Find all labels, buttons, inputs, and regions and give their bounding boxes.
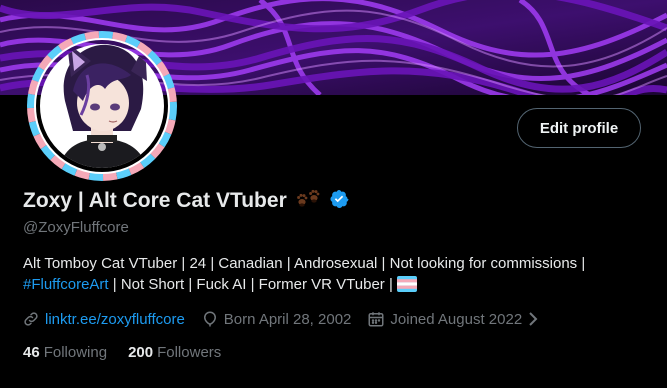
following-count: 46	[23, 344, 40, 361]
bio-hashtag-link[interactable]: #FluffcoreArt	[23, 276, 109, 293]
joined-item[interactable]: Joined August 2022	[367, 310, 539, 328]
profile-name-row: Zoxy | Alt Core Cat VTuber	[23, 186, 349, 216]
profile-stats: 46 Following 200 Followers	[23, 344, 242, 361]
link-icon	[22, 310, 40, 328]
profile-link-item[interactable]: linktr.ee/zoxyfluffcore	[22, 310, 185, 328]
followers-label: Followers	[157, 344, 222, 361]
following-link[interactable]: 46 Following	[23, 344, 107, 361]
profile-website-link[interactable]: linktr.ee/zoxyfluffcore	[45, 311, 185, 328]
edit-profile-button[interactable]: Edit profile	[517, 108, 641, 148]
balloon-icon	[201, 310, 219, 328]
followers-count: 200	[128, 344, 154, 361]
display-name: Zoxy | Alt Core Cat VTuber	[23, 189, 287, 212]
transgender-flag-icon	[397, 276, 418, 298]
bio-text: Alt Tomboy Cat VTuber | 24 | Canadian | …	[23, 255, 586, 272]
birthday-text: Born April 28, 2002	[223, 310, 352, 328]
joined-text: Joined August 2022	[390, 310, 523, 328]
following-label: Following	[43, 344, 108, 361]
profile-bio: Alt Tomboy Cat VTuber | 24 | Canadian | …	[23, 253, 653, 298]
verified-badge-icon[interactable]	[329, 189, 349, 214]
paw-prints-icon	[295, 188, 321, 215]
followers-link[interactable]: 200 Followers	[128, 344, 221, 361]
profile-handle: @ZoxyFluffcore	[23, 219, 129, 236]
profile-meta: linktr.ee/zoxyfluffcore Born April 28, 2…	[22, 308, 555, 330]
avatar[interactable]	[27, 31, 177, 181]
bio-text-continued: | Not Short | Fuck AI | Former VR VTuber…	[108, 276, 398, 293]
avatar-image	[27, 31, 177, 181]
calendar-icon	[367, 310, 385, 328]
birthday-item: Born April 28, 2002	[201, 310, 352, 328]
chevron-right-icon	[527, 311, 539, 327]
